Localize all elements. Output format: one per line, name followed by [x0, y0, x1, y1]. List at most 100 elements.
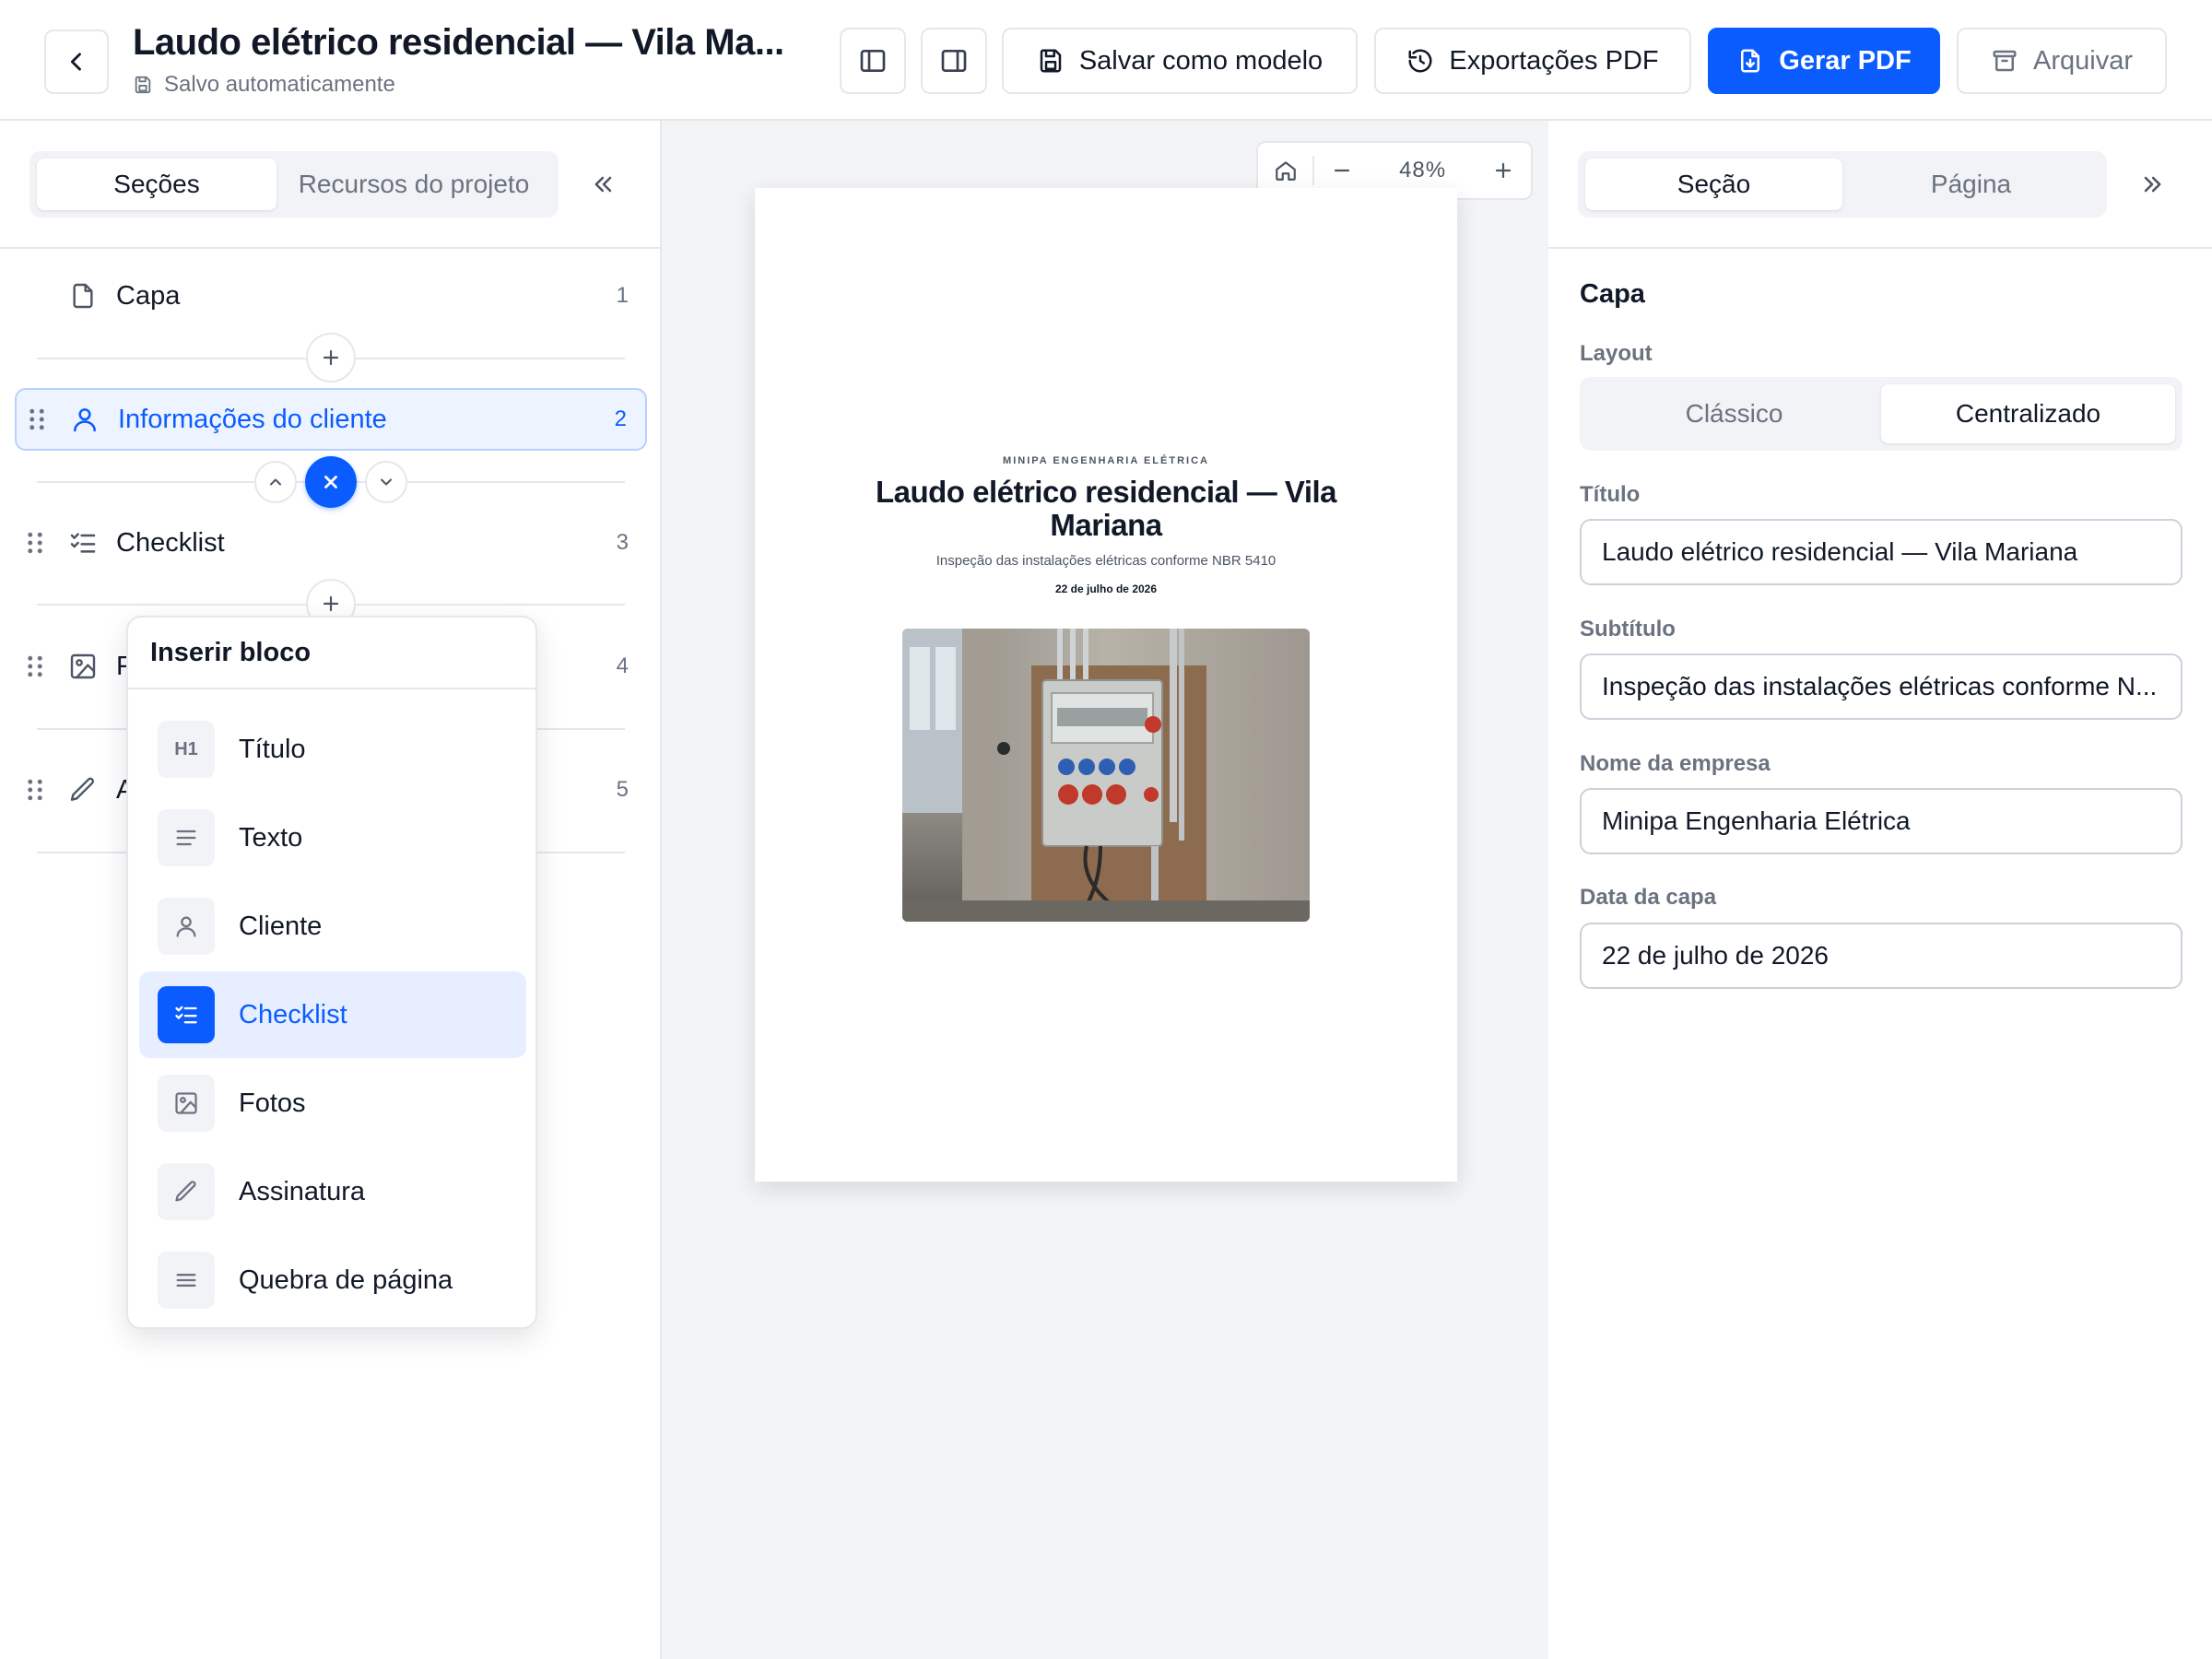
image-icon — [158, 1075, 215, 1132]
cover-subtitle: Inspeção das instalações elétricas confo… — [935, 553, 1277, 569]
archive-label: Arquivar — [2033, 45, 2133, 76]
field-label: Nome da empresa — [1580, 751, 1771, 776]
layout-toggle: Clássico Centralizado — [1580, 377, 2183, 451]
section-number: 3 — [616, 530, 629, 555]
generate-pdf-button[interactable]: Gerar PDF — [1708, 28, 1940, 94]
sidebar-right-icon — [941, 50, 967, 72]
user-icon — [158, 898, 215, 955]
archive-icon — [1993, 50, 2017, 72]
top-bar: Laudo elétrico residencial — Vila Ma... … — [0, 0, 2212, 121]
pdf-exports-button[interactable]: Exportações PDF — [1374, 28, 1691, 94]
menu-item-checklist[interactable]: Checklist — [139, 971, 526, 1058]
text-lines-icon — [158, 809, 215, 866]
section-item-capa[interactable]: Capa 1 — [15, 265, 647, 327]
drag-handle-icon[interactable] — [24, 653, 46, 679]
section-item-checklist[interactable]: Checklist 3 — [15, 512, 647, 574]
archive-button[interactable]: Arquivar — [1957, 28, 2167, 94]
collapse-right-panel-button[interactable] — [2129, 161, 2175, 207]
layout-label: Layout — [1580, 341, 1653, 366]
save-as-template-button[interactable]: Salvar como modelo — [1002, 28, 1358, 94]
menu-item-text[interactable]: Texto — [139, 794, 526, 881]
file-download-icon — [1741, 49, 1760, 73]
move-down-button[interactable] — [365, 461, 407, 503]
layout-option-centered[interactable]: Centralizado — [1881, 384, 2175, 443]
zoom-in-button[interactable] — [1477, 143, 1531, 198]
tab-section[interactable]: Seção — [1585, 159, 1842, 210]
menu-item-client[interactable]: Cliente — [139, 883, 526, 970]
section-number: 2 — [614, 406, 627, 431]
file-icon — [68, 281, 98, 311]
plus-icon — [1496, 162, 1512, 179]
divider — [1548, 247, 2212, 249]
pencil-icon — [158, 1163, 215, 1220]
menu-item-page-break[interactable]: Quebra de página — [139, 1237, 526, 1324]
drag-handle-icon[interactable] — [24, 530, 46, 556]
cover-photo — [902, 629, 1310, 922]
cover-date-field[interactable]: 22 de julho de 2026 — [1580, 923, 2183, 989]
tab-project-resources[interactable]: Recursos do projeto — [276, 159, 551, 210]
divider — [0, 247, 660, 249]
menu-item-photos[interactable]: Fotos — [139, 1060, 526, 1147]
drag-handle-icon[interactable] — [26, 406, 48, 432]
home-icon — [1275, 161, 1296, 181]
section-number: 4 — [616, 653, 629, 678]
plus-icon — [323, 595, 339, 612]
toggle-right-panel-button[interactable] — [921, 28, 987, 94]
section-label: Capa — [116, 280, 181, 311]
menu-item-label: Assinatura — [239, 1176, 366, 1206]
title-field[interactable]: Laudo elétrico residencial — Vila Marian… — [1580, 519, 2183, 585]
checklist-icon — [158, 986, 215, 1043]
section-label: Checklist — [116, 527, 225, 558]
pdf-page-preview[interactable]: MINIPA ENGENHARIA ELÉTRICA Laudo elétric… — [755, 188, 1457, 1182]
zoom-level: 48% — [1399, 158, 1447, 182]
cover-title: Laudo elétrico residencial — Vila Marian… — [875, 475, 1337, 542]
drag-handle-icon[interactable] — [24, 777, 46, 803]
toggle-left-panel-button[interactable] — [840, 28, 906, 94]
generate-pdf-label: Gerar PDF — [1779, 45, 1912, 76]
close-insert-menu-button[interactable] — [305, 456, 357, 508]
chevron-left-icon — [70, 53, 81, 71]
move-up-button[interactable] — [254, 461, 297, 503]
section-number: 1 — [616, 283, 629, 308]
field-label: Subtítulo — [1580, 617, 1676, 641]
section-item-client-info[interactable]: Informações do cliente 2 — [15, 388, 647, 451]
company-name-field-value: Minipa Engenharia Elétrica — [1602, 806, 1911, 835]
tab-page[interactable]: Página — [1842, 159, 2100, 210]
menu-item-label: Fotos — [239, 1088, 306, 1118]
heading-icon: H1 — [158, 721, 215, 778]
autosave-label: Salvo automaticamente — [164, 72, 395, 97]
back-button[interactable] — [44, 29, 109, 94]
cover-date: 22 de julho de 2026 — [1054, 582, 1158, 595]
tab-sections[interactable]: Seções — [37, 159, 276, 210]
collapse-left-panel-button[interactable] — [581, 161, 627, 207]
field-label: Data da capa — [1580, 885, 1717, 910]
layout-option-classic[interactable]: Clássico — [1587, 384, 1881, 443]
menu-item-signature[interactable]: Assinatura — [139, 1148, 526, 1235]
field-label: Título — [1580, 482, 1641, 507]
subtitle-field-value: Inspeção das instalações elétricas confo… — [1602, 672, 2158, 700]
menu-item-title[interactable]: H1 Título — [139, 706, 526, 793]
cover-company: MINIPA ENGENHARIA ELÉTRICA — [1003, 455, 1209, 466]
preview-canvas[interactable]: 48% MINIPA ENGENHARIA ELÉTRICA Laudo elé… — [662, 121, 1548, 1659]
section-heading: Capa — [1580, 279, 1645, 309]
chevrons-right-icon — [2144, 176, 2161, 193]
company-name-field[interactable]: Minipa Engenharia Elétrica — [1580, 788, 2183, 854]
chevron-up-icon — [270, 478, 281, 486]
divider — [128, 688, 535, 689]
menu-item-label: Título — [239, 734, 306, 764]
title-field-value: Laudo elétrico residencial — Vila Marian… — [1602, 537, 2078, 566]
menu-item-label: Cliente — [239, 911, 323, 941]
page-break-icon — [158, 1252, 215, 1309]
add-section-button[interactable] — [306, 333, 356, 382]
menu-item-label: Checklist — [239, 999, 347, 1030]
left-panel-tabs: Seções Recursos do projeto — [29, 151, 559, 218]
menu-item-label: Texto — [239, 822, 303, 853]
checklist-icon — [68, 528, 98, 558]
save-icon — [1040, 49, 1062, 73]
pdf-exports-label: Exportações PDF — [1449, 45, 1659, 76]
subtitle-field[interactable]: Inspeção das instalações elétricas confo… — [1580, 653, 2183, 720]
properties-panel: Seção Página Capa Layout Clássico Centra… — [1548, 121, 2212, 1659]
sidebar-left-icon — [860, 50, 886, 72]
document-title: Laudo elétrico residencial — Vila Ma... — [133, 22, 784, 63]
history-icon — [1408, 49, 1432, 73]
